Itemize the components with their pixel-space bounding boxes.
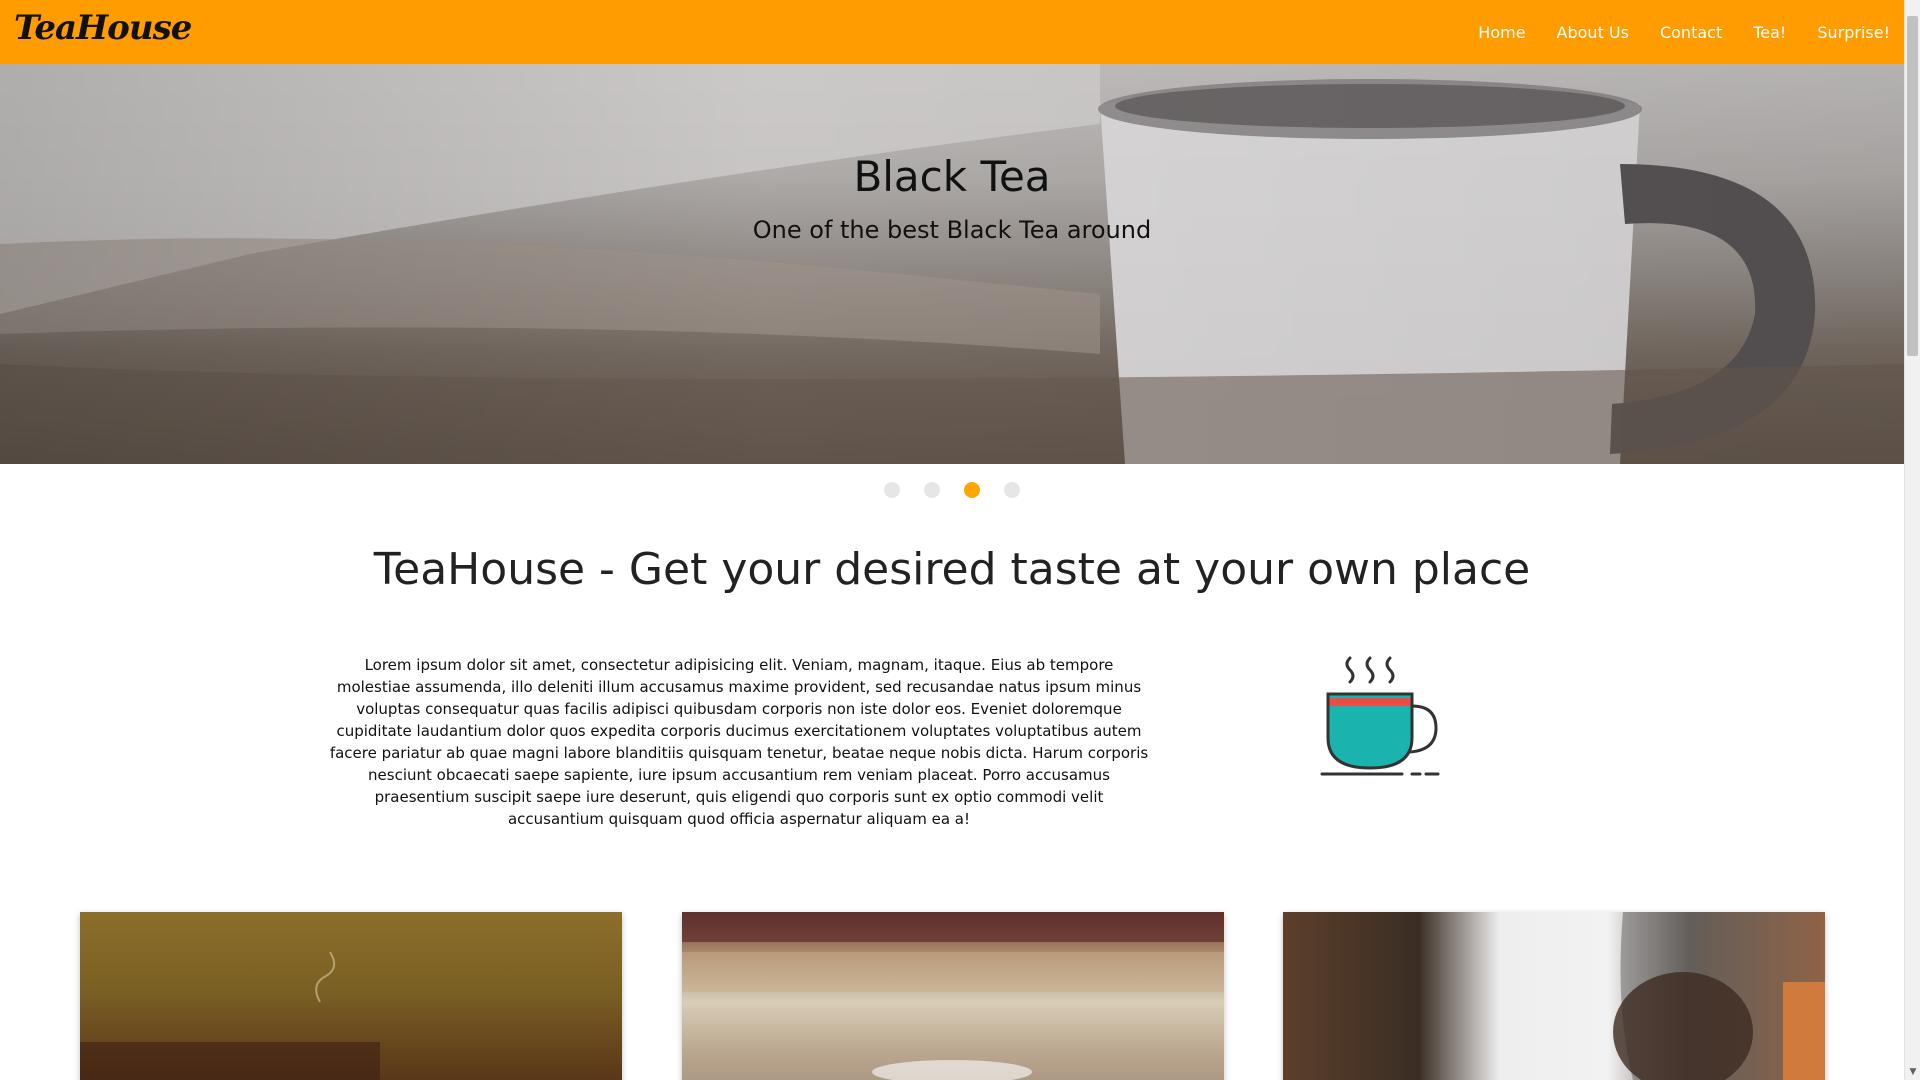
page: TeaHouse Home About Us Contact Tea! Surp… bbox=[0, 0, 1904, 1080]
carousel-dot-3[interactable] bbox=[964, 482, 980, 498]
brand-logo[interactable]: TeaHouse bbox=[14, 8, 192, 48]
intro-paragraph: Lorem ipsum dolor sit amet, consectetur … bbox=[329, 656, 1149, 828]
card-3[interactable] bbox=[1283, 912, 1825, 1080]
nav-links: Home About Us Contact Tea! Surprise! bbox=[1447, 0, 1890, 64]
carousel-dot-2[interactable] bbox=[924, 482, 940, 498]
nav-tea-link[interactable]: Tea! bbox=[1753, 23, 1786, 42]
card-2-image bbox=[682, 912, 1224, 1080]
nav-home-link[interactable]: Home bbox=[1478, 23, 1525, 42]
scroll-down-arrow-icon[interactable]: ▼ bbox=[1905, 1064, 1920, 1080]
nav-surprise-link[interactable]: Surprise! bbox=[1817, 23, 1890, 42]
nav-about-link[interactable]: About Us bbox=[1557, 23, 1629, 42]
hero-slide: Black Tea One of the best Black Tea arou… bbox=[0, 64, 1904, 464]
nav-contact-link[interactable]: Contact bbox=[1660, 23, 1722, 42]
card-1-image bbox=[80, 951, 380, 1080]
carousel-dot-1[interactable] bbox=[884, 482, 900, 498]
navbar: TeaHouse Home About Us Contact Tea! Surp… bbox=[0, 0, 1904, 64]
hero-title: Black Tea bbox=[853, 152, 1051, 201]
page-headline: TeaHouse - Get your desired taste at you… bbox=[373, 544, 1531, 595]
card-1[interactable] bbox=[80, 912, 622, 1080]
card-3-image bbox=[1613, 912, 1825, 1080]
page-scrollbar[interactable]: ▼ bbox=[1904, 0, 1920, 1080]
scrollbar-thumb[interactable] bbox=[1907, 16, 1918, 356]
hero-overlay bbox=[0, 64, 1904, 464]
carousel-dot-4[interactable] bbox=[1004, 482, 1020, 498]
carousel-indicators bbox=[0, 482, 1904, 498]
card-2[interactable] bbox=[682, 912, 1224, 1080]
hero-subtitle: One of the best Black Tea around bbox=[752, 216, 1152, 244]
teacup-icon bbox=[1320, 656, 1440, 776]
